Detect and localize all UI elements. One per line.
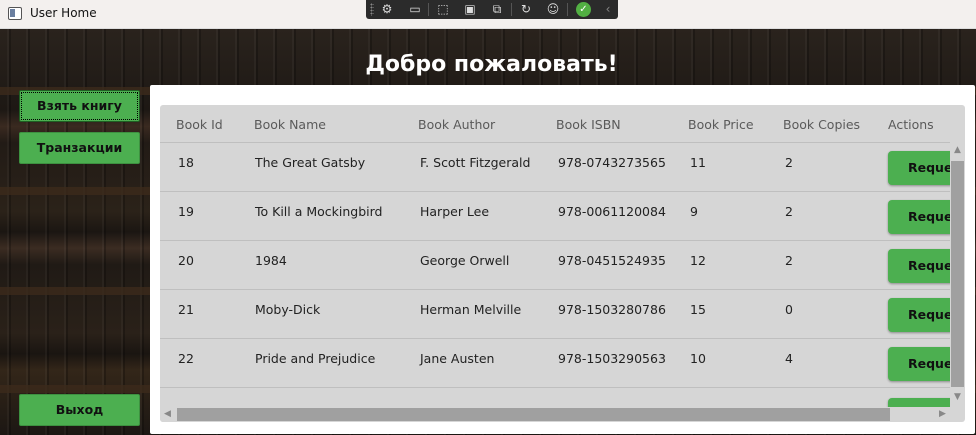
hot-reload-icon[interactable]: ↻ bbox=[517, 2, 535, 17]
transactions-button[interactable]: Транзакции bbox=[19, 132, 140, 164]
request-button[interactable]: Request bbox=[888, 298, 958, 332]
cell-book-id: 22 bbox=[178, 351, 194, 366]
check-ok-icon[interactable]: ✓ bbox=[576, 2, 591, 17]
cell-book-isbn: 978-1503290563 bbox=[558, 351, 666, 366]
table-row[interactable]: 22 Pride and Prejudice Jane Austen 978-1… bbox=[160, 339, 958, 388]
column-header-actions: Actions bbox=[888, 117, 934, 132]
cell-book-price: 9 bbox=[690, 204, 698, 219]
request-button[interactable]: Request bbox=[888, 347, 958, 381]
table-row[interactable]: 20 1984 George Orwell 978-0451524935 12 … bbox=[160, 241, 958, 290]
cell-book-copies: 2 bbox=[785, 155, 793, 170]
horizontal-scroll-thumb[interactable] bbox=[177, 408, 890, 421]
scroll-up-arrow-icon[interactable]: ▲ bbox=[950, 143, 965, 158]
cell-book-price: 12 bbox=[690, 253, 706, 268]
cell-book-author: Jane Austen bbox=[420, 351, 495, 366]
cell-book-name: The Great Gatsby bbox=[255, 155, 366, 170]
live-visual-tree-icon[interactable]: ⚙ bbox=[378, 2, 396, 17]
cell-book-id: 21 bbox=[178, 302, 194, 317]
cell-book-name: Moby-Dick bbox=[255, 302, 321, 317]
take-book-button[interactable]: Взять книгу bbox=[19, 90, 140, 122]
cell-book-price: 10 bbox=[690, 351, 706, 366]
column-header-book-name[interactable]: Book Name bbox=[254, 117, 326, 132]
cell-book-price: 15 bbox=[690, 302, 706, 317]
cell-book-author: George Orwell bbox=[420, 253, 510, 268]
column-header-book-copies[interactable]: Book Copies bbox=[783, 117, 860, 132]
request-button-partial[interactable] bbox=[888, 398, 950, 407]
column-header-book-id[interactable]: Book Id bbox=[176, 117, 223, 132]
scroll-right-arrow-icon[interactable]: ▶ bbox=[935, 407, 950, 422]
cell-book-isbn: 978-0451524935 bbox=[558, 253, 666, 268]
table-row[interactable]: 21 Moby-Dick Herman Melville 978-1503280… bbox=[160, 290, 958, 339]
select-element-icon[interactable]: ⬚ bbox=[434, 2, 452, 17]
video-camera-icon[interactable]: ▭ bbox=[406, 2, 424, 17]
cell-book-isbn: 978-1503280786 bbox=[558, 302, 666, 317]
cell-book-name: To Kill a Mockingbird bbox=[255, 204, 383, 219]
window-titlebar: User Home ⚙ ▭ ⬚ ▣ ⧉ ↻ ☺ ✓ ‹ bbox=[0, 0, 976, 29]
cell-book-id: 19 bbox=[178, 204, 194, 219]
column-header-book-author[interactable]: Book Author bbox=[418, 117, 495, 132]
debug-toolbar: ⚙ ▭ ⬚ ▣ ⧉ ↻ ☺ ✓ ‹ bbox=[366, 0, 618, 19]
cell-book-author: Herman Melville bbox=[420, 302, 522, 317]
cell-book-id: 18 bbox=[178, 155, 194, 170]
toolbar-grip-icon[interactable] bbox=[370, 3, 374, 16]
table-row[interactable]: 18 The Great Gatsby F. Scott Fitzgerald … bbox=[160, 143, 958, 192]
request-button[interactable]: Request bbox=[888, 249, 958, 283]
cell-book-isbn: 978-0061120084 bbox=[558, 204, 666, 219]
request-button[interactable]: Request bbox=[888, 151, 958, 185]
window-title: User Home bbox=[30, 6, 97, 20]
exit-button[interactable]: Выход bbox=[19, 394, 140, 426]
cell-book-price: 11 bbox=[690, 155, 706, 170]
display-layout-adorners-icon[interactable]: ▣ bbox=[461, 2, 479, 17]
cell-book-id: 20 bbox=[178, 253, 194, 268]
column-header-book-isbn[interactable]: Book ISBN bbox=[556, 117, 621, 132]
cell-book-copies: 2 bbox=[785, 253, 793, 268]
cell-book-author: Harper Lee bbox=[420, 204, 490, 219]
scroll-down-arrow-icon[interactable]: ▼ bbox=[950, 390, 965, 405]
scroll-left-arrow-icon[interactable]: ◀ bbox=[160, 407, 175, 422]
column-header-book-price[interactable]: Book Price bbox=[688, 117, 754, 132]
cell-book-isbn: 978-0743273565 bbox=[558, 155, 666, 170]
track-focused-element-icon[interactable]: ⧉ bbox=[488, 2, 506, 17]
table-row-partial[interactable] bbox=[160, 390, 950, 407]
cell-book-name: 1984 bbox=[255, 253, 287, 268]
welcome-heading: Добро пожаловать! bbox=[365, 52, 618, 77]
books-panel: Book Id Book Name Book Author Book ISBN … bbox=[150, 85, 975, 434]
cell-book-author: F. Scott Fitzgerald bbox=[420, 155, 531, 170]
books-datagrid: Book Id Book Name Book Author Book ISBN … bbox=[160, 105, 965, 422]
horizontal-scrollbar[interactable]: ◀ ▶ bbox=[160, 407, 950, 422]
cell-book-copies: 4 bbox=[785, 351, 793, 366]
collapse-chevron-icon[interactable]: ‹ bbox=[599, 2, 617, 17]
accessibility-icon[interactable]: ☺ bbox=[544, 2, 562, 17]
vertical-scrollbar[interactable]: ▲ ▼ bbox=[950, 143, 965, 407]
cell-book-copies: 0 bbox=[785, 302, 793, 317]
request-button[interactable]: Request bbox=[888, 200, 958, 234]
table-row[interactable]: 19 To Kill a Mockingbird Harper Lee 978-… bbox=[160, 192, 958, 241]
cell-book-name: Pride and Prejudice bbox=[255, 351, 376, 366]
app-window-icon bbox=[8, 7, 22, 20]
cell-book-copies: 2 bbox=[785, 204, 793, 219]
vertical-scroll-thumb[interactable] bbox=[951, 161, 964, 387]
